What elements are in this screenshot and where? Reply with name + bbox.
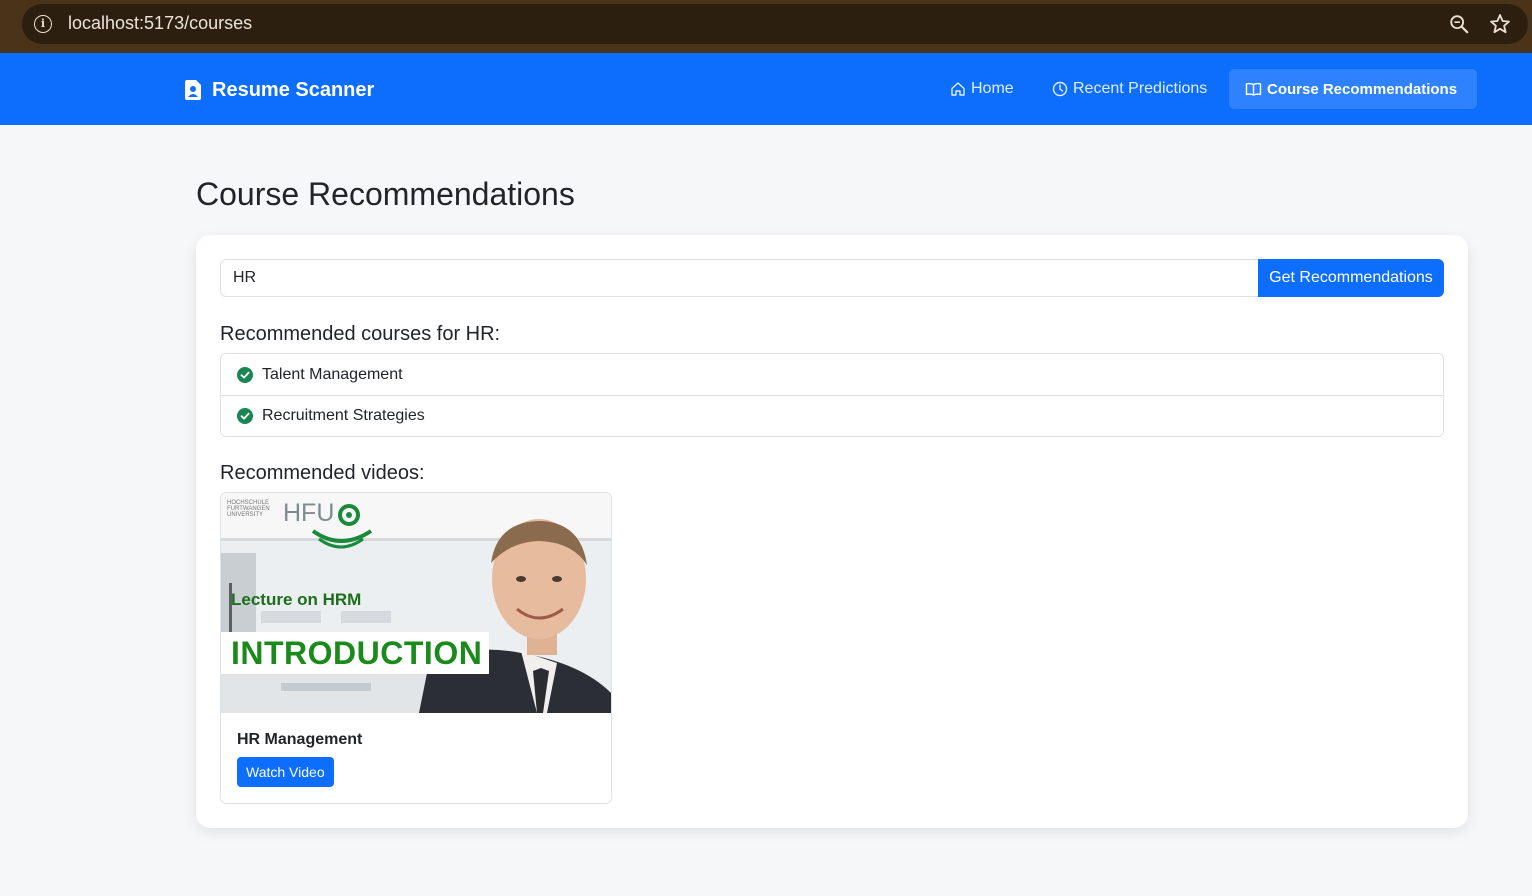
skill-search-input[interactable] — [220, 259, 1258, 297]
zoom-icon[interactable] — [1448, 13, 1470, 35]
thumbnail-headline: INTRODUCTION — [231, 635, 483, 671]
check-circle-icon — [237, 366, 253, 383]
browser-chrome: i localhost:5173/courses — [0, 0, 1532, 53]
watch-video-button[interactable]: Watch Video — [237, 757, 334, 787]
nav-courses-label: Course Recommendations — [1267, 80, 1458, 98]
videos-heading: Recommended videos: — [220, 462, 425, 484]
brand-name: Resume Scanner — [212, 78, 375, 101]
nav-home-label: Home — [971, 80, 1014, 97]
nav-home[interactable]: Home — [934, 69, 1030, 109]
course-label: Talent Management — [262, 365, 403, 383]
list-item: Recruitment Strategies — [221, 395, 1443, 436]
page-title: Course Recommendations — [196, 176, 575, 212]
thumbnail-school-text: HOCHSCHULE FURTWANGEN UNIVERSITY — [227, 500, 270, 518]
check-circle-icon — [237, 408, 253, 424]
video-title: HR Management — [237, 731, 363, 748]
site-info-icon[interactable]: i — [34, 15, 52, 33]
brand-link[interactable]: Resume Scanner — [184, 77, 374, 103]
address-bar[interactable]: i localhost:5173/courses — [22, 4, 1528, 44]
course-label: Recruitment Strategies — [262, 407, 425, 424]
courses-heading: Recommended courses for HR: — [220, 323, 501, 345]
home-icon — [951, 82, 965, 96]
video-card: HOCHSCHULE FURTWANGEN UNIVERSITY HFU Lec… — [220, 492, 612, 804]
get-recommendations-button[interactable]: Get Recommendations — [1258, 259, 1444, 297]
thumbnail-caption: Lecture on HRM — [231, 590, 362, 609]
course-list: Talent Management Recruitment Strategies — [220, 353, 1444, 437]
nav-recent-predictions[interactable]: Recent Predictions — [1036, 69, 1223, 109]
book-icon — [1245, 82, 1262, 96]
top-navbar: Resume Scanner Home Recent Predictions C… — [0, 53, 1532, 125]
thumbnail-logo-text: HFU — [283, 499, 335, 527]
url-text[interactable]: localhost:5173/courses — [68, 13, 252, 34]
nav-recent-label: Recent Predictions — [1073, 80, 1208, 97]
nav-course-recommendations[interactable]: Course Recommendations — [1229, 69, 1477, 109]
bookmark-star-icon[interactable] — [1488, 12, 1512, 36]
list-item: Talent Management — [221, 354, 1443, 395]
recommendations-card: Get Recommendations Recommended courses … — [196, 235, 1468, 828]
video-thumbnail[interactable]: HOCHSCHULE FURTWANGEN UNIVERSITY HFU Lec… — [221, 493, 611, 713]
clock-icon — [1052, 81, 1068, 97]
resume-badge-icon — [185, 80, 201, 100]
